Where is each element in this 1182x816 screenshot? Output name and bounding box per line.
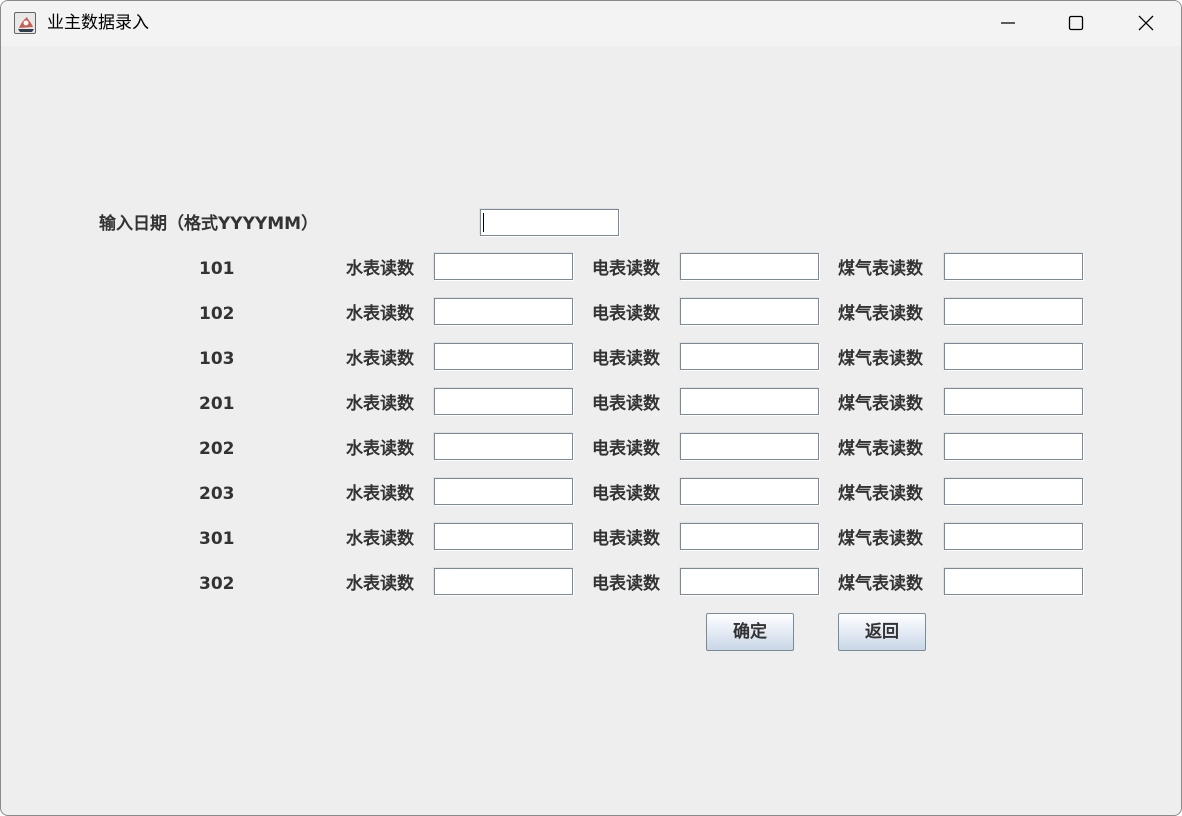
water-reading-input[interactable] [434,253,573,280]
text-caret [483,213,484,232]
room-number-label: 301 [199,529,235,549]
window-title: 业主数据录入 [47,13,149,33]
maximize-icon [1068,15,1084,31]
electric-reading-label: 电表读数 [592,574,660,594]
water-reading-label: 水表读数 [346,304,414,324]
gas-reading-input[interactable] [944,298,1083,325]
gas-reading-label: 煤气表读数 [838,574,923,594]
electric-reading-label: 电表读数 [592,439,660,459]
electric-reading-input[interactable] [680,568,819,595]
maximize-button[interactable] [1053,1,1099,46]
gas-reading-input[interactable] [944,388,1083,415]
water-reading-input[interactable] [434,433,573,460]
water-reading-label: 水表读数 [346,259,414,279]
electric-reading-label: 电表读数 [592,529,660,549]
minimize-button[interactable] [985,1,1031,46]
water-reading-label: 水表读数 [346,439,414,459]
gas-reading-label: 煤气表读数 [838,349,923,369]
electric-reading-input[interactable] [680,298,819,325]
room-number-label: 102 [199,304,235,324]
app-window: 业主数据录入 输入日期（格式YYYYMM） 101 水表读数 电表读数 煤气表读数 10… [0,0,1182,816]
electric-reading-label: 电表读数 [592,349,660,369]
close-icon [1138,15,1154,31]
gas-reading-label: 煤气表读数 [838,394,923,414]
gas-reading-input[interactable] [944,478,1083,505]
water-reading-input[interactable] [434,523,573,550]
electric-reading-label: 电表读数 [592,394,660,414]
water-reading-label: 水表读数 [346,394,414,414]
electric-reading-input[interactable] [680,388,819,415]
room-number-label: 103 [199,349,235,369]
electric-reading-input[interactable] [680,478,819,505]
water-reading-label: 水表读数 [346,484,414,504]
gas-reading-label: 煤气表读数 [838,304,923,324]
room-number-label: 101 [199,259,235,279]
title-bar[interactable]: 业主数据录入 [1,1,1181,46]
electric-reading-input[interactable] [680,253,819,280]
close-button[interactable] [1123,1,1169,46]
water-reading-label: 水表读数 [346,349,414,369]
date-input[interactable] [480,209,619,236]
form-panel: 输入日期（格式YYYYMM） 101 水表读数 电表读数 煤气表读数 102 水表读数 电表… [1,46,1181,815]
water-reading-label: 水表读数 [346,574,414,594]
gas-reading-label: 煤气表读数 [838,529,923,549]
electric-reading-label: 电表读数 [592,304,660,324]
water-reading-input[interactable] [434,388,573,415]
date-label: 输入日期（格式YYYYMM） [99,214,319,234]
water-reading-input[interactable] [434,298,573,325]
water-reading-input[interactable] [434,568,573,595]
electric-reading-input[interactable] [680,523,819,550]
electric-reading-input[interactable] [680,433,819,460]
electric-reading-input[interactable] [680,343,819,370]
gas-reading-input[interactable] [944,433,1083,460]
gas-reading-input[interactable] [944,568,1083,595]
room-number-label: 201 [199,394,235,414]
minimize-icon [1001,22,1015,24]
gas-reading-label: 煤气表读数 [838,439,923,459]
room-number-label: 302 [199,574,235,594]
confirm-button[interactable]: 确定 [706,613,794,651]
room-number-label: 203 [199,484,235,504]
water-reading-input[interactable] [434,478,573,505]
java-app-icon [14,12,36,34]
gas-reading-label: 煤气表读数 [838,259,923,279]
room-number-label: 202 [199,439,235,459]
electric-reading-label: 电表读数 [592,259,660,279]
back-button[interactable]: 返回 [838,613,926,651]
water-reading-input[interactable] [434,343,573,370]
gas-reading-label: 煤气表读数 [838,484,923,504]
electric-reading-label: 电表读数 [592,484,660,504]
gas-reading-input[interactable] [944,253,1083,280]
water-reading-label: 水表读数 [346,529,414,549]
gas-reading-input[interactable] [944,523,1083,550]
gas-reading-input[interactable] [944,343,1083,370]
